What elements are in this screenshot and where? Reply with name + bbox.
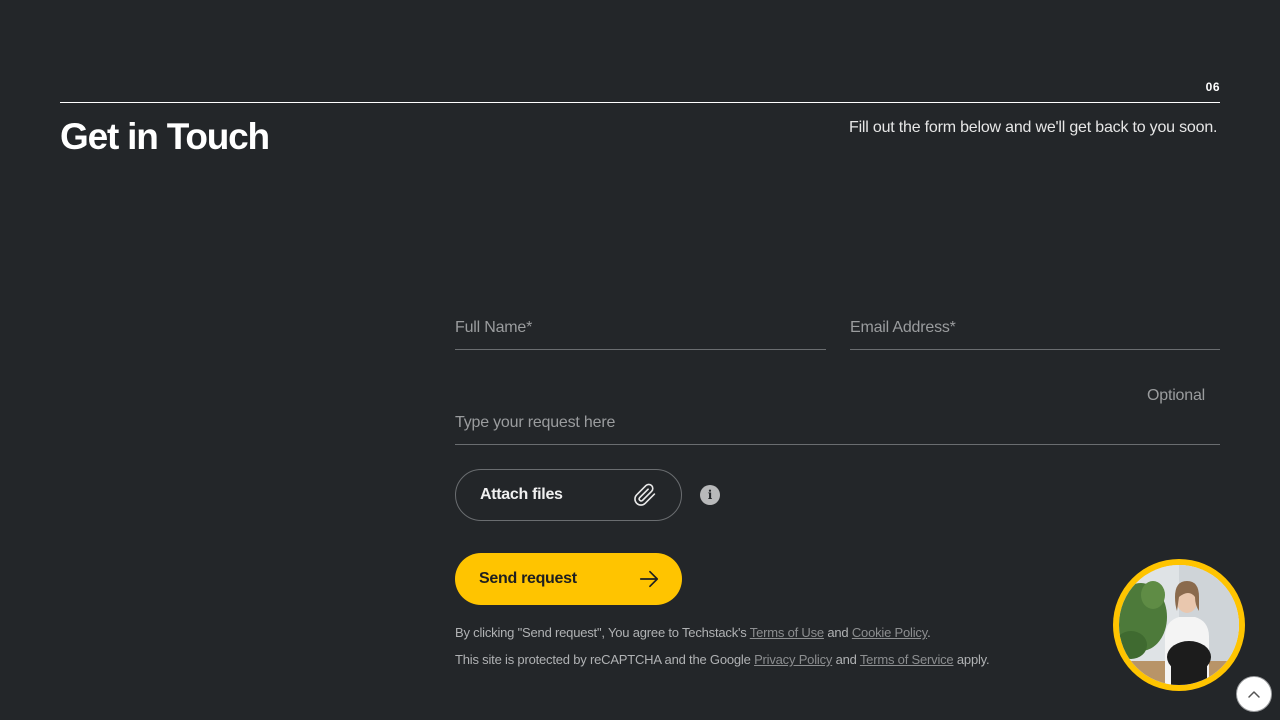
attach-files-label: Attach files xyxy=(480,486,563,503)
recaptcha-notice-and: and xyxy=(832,652,860,667)
terms-notice: By clicking "Send request", You agree to… xyxy=(455,625,931,640)
section-number: 06 xyxy=(1205,80,1220,94)
page-title: Get in Touch xyxy=(60,116,270,157)
send-request-label: Send request xyxy=(479,570,577,587)
paperclip-icon xyxy=(634,483,656,506)
send-request-button[interactable]: Send request xyxy=(455,553,682,605)
chevron-up-icon xyxy=(1248,691,1260,698)
terms-of-service-link[interactable]: Terms of Service xyxy=(860,652,954,667)
contact-section: 06 Get in Touch Fill out the form below … xyxy=(0,0,1280,720)
arrow-right-icon xyxy=(639,570,659,588)
info-icon[interactable]: i xyxy=(700,485,720,505)
email-input[interactable] xyxy=(850,316,1220,340)
avatar-photo xyxy=(1119,565,1239,685)
full-name-input[interactable] xyxy=(455,316,826,340)
cookie-policy-link[interactable]: Cookie Policy xyxy=(852,625,927,640)
attach-files-button[interactable]: Attach files xyxy=(455,469,682,521)
scroll-to-top-button[interactable] xyxy=(1236,676,1272,712)
recaptcha-notice-end: apply. xyxy=(953,652,990,667)
section-subtitle: Fill out the form below and we'll get ba… xyxy=(849,119,1218,136)
video-chat-avatar[interactable] xyxy=(1113,559,1245,691)
email-field xyxy=(850,316,1220,350)
full-name-field xyxy=(455,316,826,350)
request-input[interactable] xyxy=(455,410,1220,436)
terms-of-use-link[interactable]: Terms of Use xyxy=(750,625,824,640)
recaptcha-notice: This site is protected by reCAPTCHA and … xyxy=(455,652,990,667)
person-illustration xyxy=(1119,565,1239,685)
optional-label: Optional xyxy=(1147,387,1205,404)
terms-notice-text: By clicking "Send request", You agree to… xyxy=(455,625,750,640)
terms-notice-and: and xyxy=(823,625,852,640)
privacy-policy-link[interactable]: Privacy Policy xyxy=(754,652,832,667)
request-field xyxy=(455,410,1220,445)
terms-notice-end: . xyxy=(927,625,931,640)
recaptcha-notice-text: This site is protected by reCAPTCHA and … xyxy=(455,652,755,667)
section-divider xyxy=(60,102,1220,103)
